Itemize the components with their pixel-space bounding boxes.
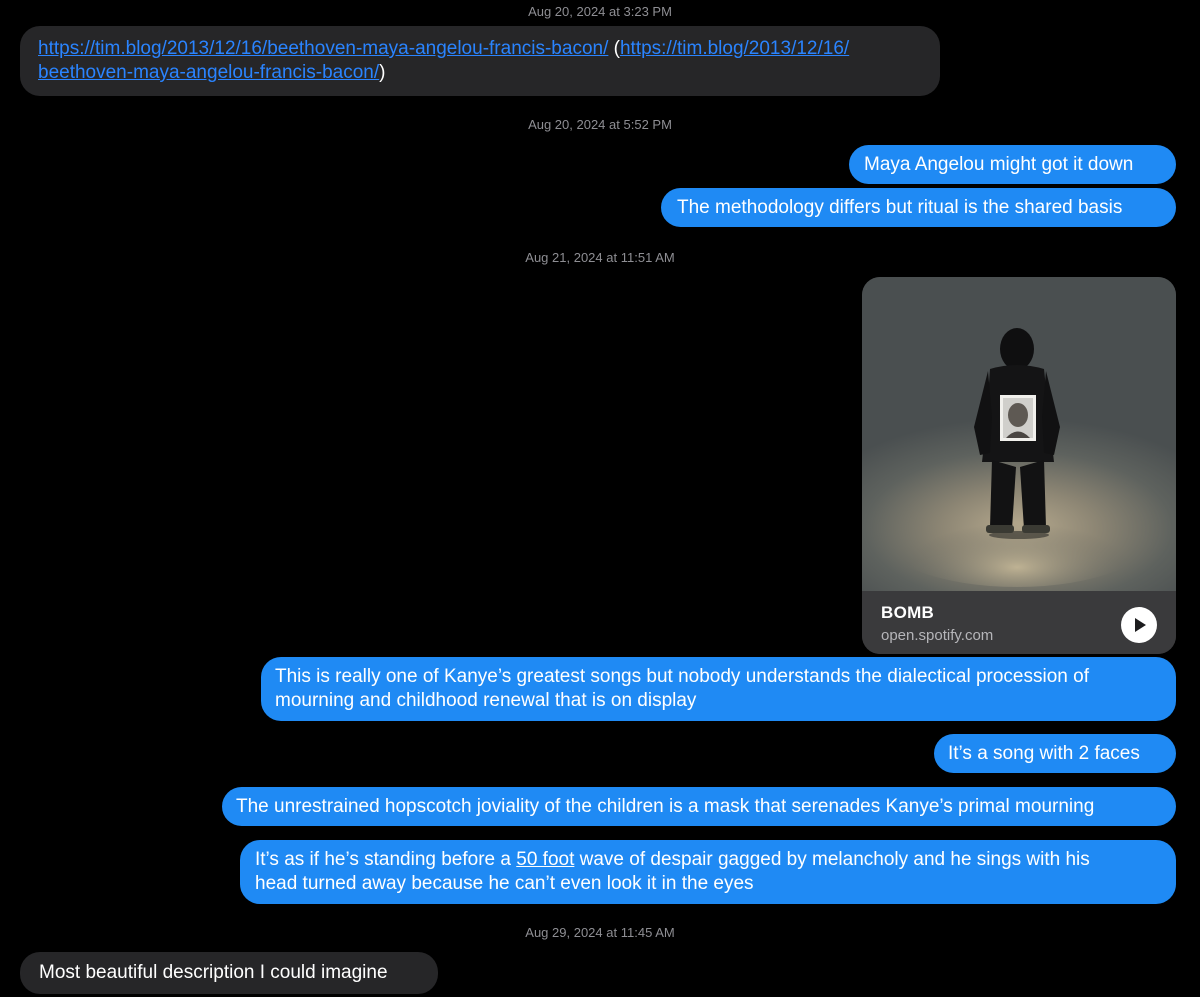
message-text-line: mourning and childhood renewal that is o… bbox=[275, 690, 697, 711]
message-link-repeat-line2[interactable]: beethoven-maya-angelou-francis-bacon/ bbox=[38, 62, 379, 83]
outgoing-message[interactable]: Maya Angelou might got it down bbox=[849, 145, 1176, 184]
message-link-repeat-line1[interactable]: https://tim.blog/2013/12/16/ bbox=[620, 38, 849, 59]
timestamp-at: at bbox=[606, 925, 618, 940]
detected-measurement-link[interactable]: 50 foot bbox=[516, 849, 574, 870]
timestamp-time: 3:23 PM bbox=[623, 4, 672, 19]
link-preview-title: BOMB bbox=[881, 603, 935, 622]
timestamp-date: Aug 20, 2024 bbox=[528, 117, 606, 132]
message-text: Most beautiful description I could imagi… bbox=[39, 962, 388, 983]
message-text: It’s a song with 2 faces bbox=[948, 743, 1140, 764]
conversation-view: Aug 20, 2024 at 3:23 PM https://tim.blog… bbox=[0, 0, 1200, 997]
message-text: It’s as if he’s standing before a bbox=[255, 849, 517, 870]
timestamp-date: Aug 29, 2024 bbox=[525, 925, 603, 940]
message-text-line: This is really one of Kanye’s greatest s… bbox=[275, 666, 1089, 687]
message-text: The unrestrained hopscotch joviality of … bbox=[236, 796, 1095, 817]
outgoing-message[interactable]: The unrestrained hopscotch joviality of … bbox=[222, 787, 1176, 826]
outgoing-message[interactable]: It’s a song with 2 faces bbox=[934, 734, 1176, 773]
message-text: The methodology differs but ritual is th… bbox=[677, 197, 1123, 218]
timestamp-date: Aug 20, 2024 bbox=[528, 4, 606, 19]
timestamp: Aug 20, 2024 at 5:52 PM bbox=[0, 116, 1200, 134]
link-preview-domain: open.spotify.com bbox=[881, 627, 994, 644]
message-text: Maya Angelou might got it down bbox=[864, 154, 1134, 175]
outgoing-message[interactable]: This is really one of Kanye’s greatest s… bbox=[261, 657, 1176, 721]
timestamp-time: 11:51 AM bbox=[620, 250, 675, 265]
message-text-line: head turned away because he can’t even l… bbox=[255, 873, 754, 894]
album-art-image bbox=[862, 277, 1176, 591]
timestamp-date: Aug 21, 2024 bbox=[525, 250, 603, 265]
link-preview-footer: BOMB open.spotify.com bbox=[862, 591, 1176, 654]
timestamp: Aug 20, 2024 at 3:23 PM bbox=[0, 3, 1200, 21]
spotify-link-preview[interactable]: BOMB open.spotify.com bbox=[862, 277, 1176, 654]
play-button[interactable] bbox=[1121, 607, 1157, 643]
message-text: wave of despair gagged by melancholy and… bbox=[574, 849, 1090, 870]
timestamp: Aug 21, 2024 at 11:51 AM bbox=[0, 249, 1200, 267]
incoming-message[interactable]: Most beautiful description I could imagi… bbox=[20, 952, 438, 994]
incoming-message-link[interactable]: https://tim.blog/2013/12/16/beethoven-ma… bbox=[8, 26, 940, 96]
timestamp-at: at bbox=[606, 250, 618, 265]
timestamp-at: at bbox=[609, 4, 620, 19]
timestamp-time: 11:45 AM bbox=[620, 925, 675, 940]
timestamp-at: at bbox=[609, 117, 620, 132]
outgoing-message[interactable]: It’s as if he’s standing before a 50 foo… bbox=[240, 840, 1188, 904]
close-paren: ) bbox=[379, 62, 386, 83]
timestamp: Aug 29, 2024 at 11:45 AM bbox=[0, 924, 1200, 942]
timestamp-time: 5:52 PM bbox=[623, 117, 672, 132]
play-icon bbox=[1135, 618, 1146, 632]
outgoing-message[interactable]: The methodology differs but ritual is th… bbox=[661, 188, 1188, 227]
message-link[interactable]: https://tim.blog/2013/12/16/beethoven-ma… bbox=[38, 38, 608, 59]
